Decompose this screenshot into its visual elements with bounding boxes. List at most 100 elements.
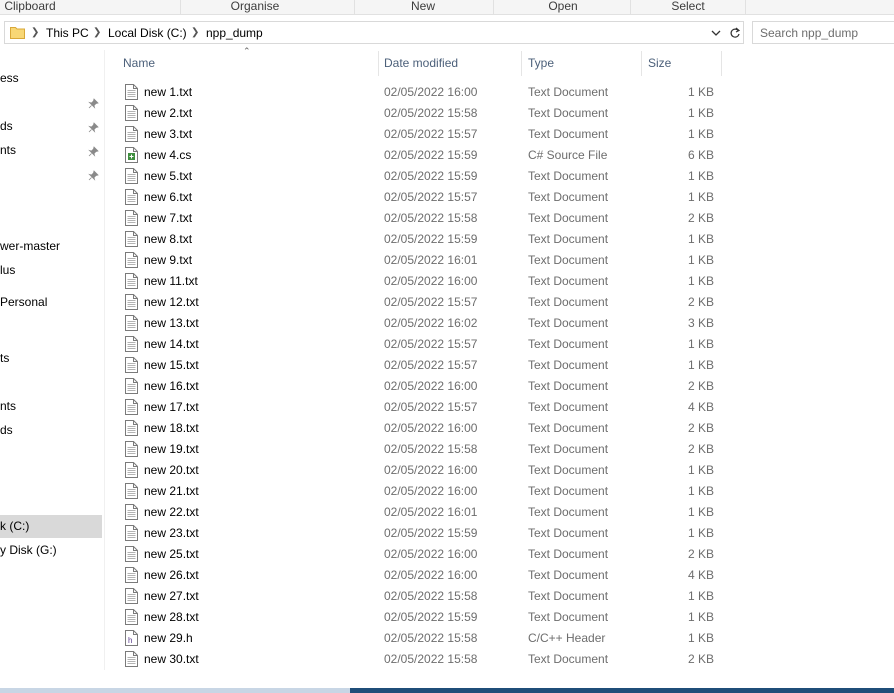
- file-row[interactable]: new 14.txt 02/05/2022 15:57 Text Document 1…: [105, 334, 720, 355]
- file-name: new 22.txt: [144, 505, 199, 519]
- file-row[interactable]: new 3.txt 02/05/2022 15:57 Text Document 1 …: [105, 124, 720, 145]
- column-date-modified[interactable]: Date modified: [384, 51, 514, 76]
- file-date-modified: 02/05/2022 16:00: [384, 85, 478, 99]
- file-date-modified: 02/05/2022 16:00: [384, 484, 478, 498]
- file-type: Text Document: [528, 358, 609, 372]
- pin-icon[interactable]: [88, 146, 99, 157]
- file-type: Text Document: [528, 379, 609, 393]
- chevron-right-icon[interactable]: ❯: [93, 25, 101, 41]
- file-row[interactable]: new 21.txt 02/05/2022 16:00 Text Document 1…: [105, 481, 720, 502]
- file-row[interactable]: new 9.txt 02/05/2022 16:01 Text Document 1 …: [105, 250, 720, 271]
- file-size: 4 KB: [687, 568, 714, 582]
- nav-item-local-disk[interactable]: k (C:): [0, 515, 102, 538]
- nav-item-personal[interactable]: Personal: [0, 291, 102, 314]
- file-row[interactable]: new 18.txt 02/05/2022 16:00 Text Document 2…: [105, 418, 720, 439]
- file-name: new 11.txt: [144, 274, 198, 288]
- ribbon-group-select: Select: [671, 0, 705, 13]
- file-size: 1 KB: [687, 85, 714, 99]
- file-row[interactable]: new 16.txt 02/05/2022 16:00 Text Document 2…: [105, 376, 720, 397]
- file-size: 4 KB: [687, 400, 714, 414]
- navigation-pane: ess ds nts wer-master lus Personal ts nt…: [0, 50, 104, 690]
- pin-icon[interactable]: [88, 122, 99, 133]
- file-row[interactable]: h new 29.h 02/05/2022 15:58 C/C++ Header 1 K…: [105, 628, 720, 649]
- file-size: 1 KB: [687, 505, 714, 519]
- column-name[interactable]: Name: [123, 51, 373, 76]
- nav-item-documents[interactable]: nts: [0, 139, 102, 162]
- file-size: 2 KB: [687, 211, 714, 225]
- file-size: 2 KB: [687, 652, 714, 666]
- file-row[interactable]: new 23.txt 02/05/2022 15:59 Text Document 1…: [105, 523, 720, 544]
- column-size[interactable]: Size: [648, 51, 718, 76]
- file-row[interactable]: new 17.txt 02/05/2022 15:57 Text Document 4…: [105, 397, 720, 418]
- file-row[interactable]: new 6.txt 02/05/2022 15:57 Text Document 1 …: [105, 187, 720, 208]
- file-name: new 2.txt: [144, 106, 193, 120]
- file-row[interactable]: new 7.txt 02/05/2022 15:58 Text Document 2 …: [105, 208, 720, 229]
- ribbon-group-clipboard: Clipboard: [4, 0, 56, 13]
- file-name: new 5.txt: [144, 169, 193, 183]
- file-date-modified: 02/05/2022 15:59: [384, 610, 478, 624]
- file-row[interactable]: new 28.txt 02/05/2022 15:59 Text Document 1…: [105, 607, 720, 628]
- file-row[interactable]: new 11.txt 02/05/2022 16:00 Text Document 1…: [105, 271, 720, 292]
- column-separator[interactable]: [521, 51, 522, 76]
- text-file-icon: [125, 462, 138, 478]
- refresh-icon[interactable]: [729, 26, 741, 40]
- file-type: Text Document: [528, 442, 609, 456]
- breadcrumb-local-disk[interactable]: Local Disk (C:): [108, 25, 187, 41]
- file-row[interactable]: new 12.txt 02/05/2022 15:57 Text Document 2…: [105, 292, 720, 313]
- file-name: new 26.txt: [144, 568, 199, 582]
- file-date-modified: 02/05/2022 16:00: [384, 421, 478, 435]
- text-file-icon: [125, 588, 138, 604]
- pin-icon[interactable]: [88, 98, 99, 109]
- nav-item-objects[interactable]: ts: [0, 347, 102, 370]
- file-date-modified: 02/05/2022 16:01: [384, 505, 478, 519]
- file-row[interactable]: new 8.txt 02/05/2022 15:59 Text Document 1 …: [105, 229, 720, 250]
- file-name: new 30.txt: [144, 652, 199, 666]
- file-row[interactable]: new 30.txt 02/05/2022 15:58 Text Document 2…: [105, 649, 720, 670]
- nav-item-quick-access[interactable]: ess: [0, 67, 102, 90]
- file-row[interactable]: new 25.txt 02/05/2022 16:00 Text Document 2…: [105, 544, 720, 565]
- nav-item-downloads[interactable]: ds: [0, 115, 102, 138]
- nav-item-folder-plus[interactable]: lus: [0, 259, 102, 282]
- chevron-down-icon[interactable]: [710, 26, 722, 40]
- address-bar[interactable]: ❯ This PC ❯ Local Disk (C:) ❯ npp_dump: [4, 21, 744, 44]
- column-separator[interactable]: [378, 51, 379, 76]
- file-row[interactable]: new 26.txt 02/05/2022 16:00 Text Document 4…: [105, 565, 720, 586]
- text-file-icon: [125, 609, 138, 625]
- chevron-right-icon[interactable]: ❯: [191, 25, 199, 41]
- breadcrumb-npp-dump[interactable]: npp_dump: [206, 25, 263, 41]
- text-file-icon: [125, 189, 138, 205]
- nav-item-g-drive[interactable]: y Disk (G:): [0, 539, 102, 562]
- file-row[interactable]: new 2.txt 02/05/2022 15:58 Text Document 1 …: [105, 103, 720, 124]
- search-input[interactable]: [760, 25, 890, 40]
- nav-item-downloads-pc[interactable]: ds: [0, 419, 102, 442]
- column-separator[interactable]: [721, 51, 722, 76]
- file-row[interactable]: new 22.txt 02/05/2022 16:01 Text Document 1…: [105, 502, 720, 523]
- column-type[interactable]: Type: [528, 51, 638, 76]
- file-row[interactable]: new 27.txt 02/05/2022 15:58 Text Document 1…: [105, 586, 720, 607]
- file-date-modified: 02/05/2022 16:01: [384, 253, 478, 267]
- file-row[interactable]: new 13.txt 02/05/2022 16:02 Text Document 3…: [105, 313, 720, 334]
- chevron-right-icon[interactable]: ❯: [31, 25, 39, 41]
- file-size: 1 KB: [687, 631, 714, 645]
- file-row[interactable]: new 19.txt 02/05/2022 15:58 Text Document 2…: [105, 439, 720, 460]
- file-date-modified: 02/05/2022 15:58: [384, 442, 478, 456]
- file-row[interactable]: new 20.txt 02/05/2022 16:00 Text Document 1…: [105, 460, 720, 481]
- search-box[interactable]: [752, 21, 894, 44]
- file-date-modified: 02/05/2022 15:57: [384, 295, 478, 309]
- ribbon-separator: [354, 0, 355, 14]
- nav-item-documents-pc[interactable]: nts: [0, 395, 102, 418]
- breadcrumb-this-pc[interactable]: This PC: [46, 25, 89, 41]
- nav-item-folder-master[interactable]: wer-master: [0, 235, 102, 258]
- file-row[interactable]: new 4.cs 02/05/2022 15:59 C# Source File 6 …: [105, 145, 720, 166]
- text-file-icon: [125, 504, 138, 520]
- column-separator[interactable]: [641, 51, 642, 76]
- file-row[interactable]: new 1.txt 02/05/2022 16:00 Text Document 1 …: [105, 82, 720, 103]
- file-size: 1 KB: [687, 526, 714, 540]
- file-size: 1 KB: [687, 127, 714, 141]
- file-row[interactable]: new 5.txt 02/05/2022 15:59 Text Document 1 …: [105, 166, 720, 187]
- header-file-icon: h: [125, 630, 138, 646]
- file-type: Text Document: [528, 589, 609, 603]
- file-date-modified: 02/05/2022 15:57: [384, 400, 478, 414]
- file-row[interactable]: new 15.txt 02/05/2022 15:57 Text Document 1…: [105, 355, 720, 376]
- pin-icon[interactable]: [88, 170, 99, 181]
